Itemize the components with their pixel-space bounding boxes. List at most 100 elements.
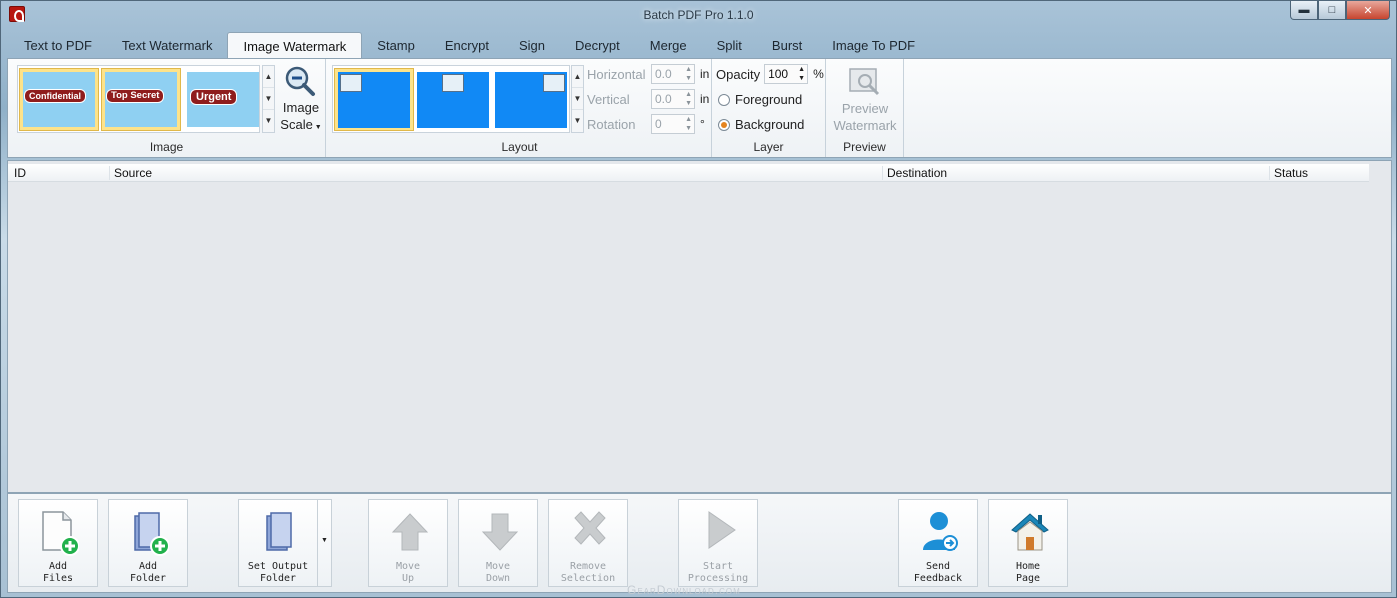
layout-group: ▲ ▼ ▼ Horizontal 0.0 ▲ ▼ in Vertical 0.0 ▲ ▼… [328, 59, 712, 157]
layer-group-label: Layer [753, 140, 784, 154]
image-group: Confidential Top Secret Urgent ▲ ▼ ▼ Ima… [8, 59, 326, 157]
tab-stamp[interactable]: Stamp [362, 32, 430, 59]
opacity-unit: % [813, 67, 824, 81]
rotation-spinner[interactable]: 0 ▲ ▼ [651, 114, 695, 134]
column-source[interactable]: Source [109, 166, 882, 180]
image-icon [442, 74, 464, 92]
image-icon [543, 74, 565, 92]
window-title: Batch PDF Pro 1.1.0 [643, 8, 754, 22]
title-bar: Batch PDF Pro 1.1.0 ▬ □ ✕ [1, 1, 1396, 29]
add-files-button[interactable]: Add Files [18, 499, 98, 587]
layout-gallery-scroll[interactable]: ▲ ▼ ▼ [571, 65, 584, 133]
file-list[interactable]: ID Source Destination Status [7, 160, 1392, 493]
tab-strip: Text to PDF Text Watermark Image Waterma… [9, 32, 930, 59]
foreground-label: Foreground [735, 92, 803, 107]
tab-decrypt[interactable]: Decrypt [560, 32, 635, 59]
preview-label-1: Preview [841, 101, 889, 116]
tab-image-watermark[interactable]: Image Watermark [227, 32, 363, 59]
vertical-unit: in [700, 92, 710, 106]
tab-split[interactable]: Split [702, 32, 757, 59]
background-option[interactable]: Background [718, 117, 804, 132]
vertical-spinner[interactable]: 0.0 ▲ ▼ [651, 89, 695, 109]
output-folder-icon [266, 512, 292, 551]
tab-sign[interactable]: Sign [504, 32, 560, 59]
arrow-down-icon [481, 513, 519, 551]
close-button[interactable]: ✕ [1346, 1, 1390, 20]
scroll-down-icon[interactable]: ▼ [263, 88, 274, 110]
preview-icon [849, 68, 880, 96]
column-status[interactable]: Status [1269, 166, 1369, 180]
column-destination[interactable]: Destination [882, 166, 1269, 180]
site-watermark: GearDownload.com [627, 583, 741, 597]
tab-image-to-pdf[interactable]: Image To PDF [817, 32, 930, 59]
scroll-up-icon[interactable]: ▲ [263, 66, 274, 88]
layout-top-left[interactable] [334, 68, 414, 131]
foreground-radio[interactable] [718, 93, 730, 106]
stamp-urgent-label: Urgent [190, 89, 238, 105]
ribbon: Confidential Top Secret Urgent ▲ ▼ ▼ Ima… [7, 58, 1392, 158]
opacity-spinner[interactable]: 100 ▲ ▼ [764, 64, 809, 84]
preview-group-label: Preview [843, 140, 886, 154]
layout-gallery [332, 65, 570, 133]
remove-selection-button[interactable]: Remove Selection [548, 499, 628, 587]
stamp-confidential[interactable]: Confidential [19, 68, 99, 131]
scroll-down-icon[interactable]: ▼ [572, 88, 583, 110]
vertical-label: Vertical [587, 91, 630, 107]
horizontal-unit: in [700, 67, 710, 81]
user-feedback-icon [923, 512, 958, 551]
minimize-button[interactable]: ▬ [1290, 1, 1318, 20]
gallery-expand-icon[interactable]: ▼ [263, 110, 274, 132]
move-up-button[interactable]: Move Up [368, 499, 448, 587]
tab-encrypt[interactable]: Encrypt [430, 32, 504, 59]
horizontal-spinner[interactable]: 0.0 ▲ ▼ [651, 64, 695, 84]
rotation-label: Rotation [587, 116, 636, 132]
background-label: Background [735, 117, 805, 132]
stamp-top-secret-label: Top Secret [106, 89, 165, 103]
layout-top-right[interactable] [491, 68, 571, 131]
output-folder-dropdown[interactable]: ▼ [318, 499, 332, 587]
preview-watermark-button[interactable]: Preview Watermark [826, 65, 904, 135]
start-processing-button[interactable]: Start Processing [678, 499, 758, 587]
column-id[interactable]: ID [10, 166, 110, 180]
home-icon [1011, 513, 1049, 551]
tab-text-to-pdf[interactable]: Text to PDF [9, 32, 107, 59]
home-page-button[interactable]: Home Page [988, 499, 1068, 587]
tab-burst[interactable]: Burst [757, 32, 817, 59]
tab-text-watermark[interactable]: Text Watermark [107, 32, 228, 59]
vertical-row: Vertical 0.0 ▲ ▼ in [587, 89, 709, 109]
move-down-button[interactable]: Move Down [458, 499, 538, 587]
gallery-expand-icon[interactable]: ▼ [572, 110, 583, 132]
foreground-option[interactable]: Foreground [718, 92, 802, 107]
image-scale-label-2: Scale ▼ [280, 117, 322, 132]
preview-group: Preview Watermark Preview [826, 59, 904, 157]
add-folder-button[interactable]: Add Folder [108, 499, 188, 587]
image-scale-label-1: Image [282, 100, 320, 115]
window-controls: ▬ □ ✕ [1290, 1, 1390, 20]
add-file-icon [42, 511, 79, 556]
opacity-label: Opacity [716, 66, 761, 82]
layer-group: Opacity 100 ▲ ▼ % Foreground Background La… [712, 59, 826, 157]
stamp-urgent[interactable]: Urgent [183, 68, 263, 131]
scroll-up-icon[interactable]: ▲ [572, 66, 583, 88]
layout-top-center[interactable] [413, 68, 493, 131]
app-window: Batch PDF Pro 1.1.0 ▬ □ ✕ Text to PDF Te… [0, 0, 1397, 598]
layout-group-label: Layout [501, 140, 538, 154]
opacity-row: Opacity 100 ▲ ▼ % [716, 64, 824, 84]
background-radio[interactable] [718, 118, 730, 131]
horizontal-row: Horizontal 0.0 ▲ ▼ in [587, 64, 709, 84]
file-list-header: ID Source Destination Status [8, 164, 1369, 182]
set-output-folder-button[interactable]: Set Output Folder [238, 499, 318, 587]
preview-label-2: Watermark [833, 118, 897, 133]
bottom-toolbar: Add Files Add Folder Set Output Folder ▼ Mo [7, 493, 1392, 593]
add-folder-icon [134, 512, 169, 556]
horizontal-label: Horizontal [587, 66, 646, 82]
image-scale-button[interactable]: Image Scale ▼ [280, 65, 322, 135]
tab-merge[interactable]: Merge [635, 32, 702, 59]
send-feedback-button[interactable]: Send Feedback [898, 499, 978, 587]
maximize-button[interactable]: □ [1318, 1, 1346, 20]
stamp-gallery-scroll[interactable]: ▲ ▼ ▼ [262, 65, 275, 133]
stamp-confidential-label: Confidential [24, 89, 86, 103]
zoom-out-icon [285, 66, 315, 96]
image-group-label: Image [149, 140, 184, 154]
stamp-top-secret[interactable]: Top Secret [101, 68, 181, 131]
